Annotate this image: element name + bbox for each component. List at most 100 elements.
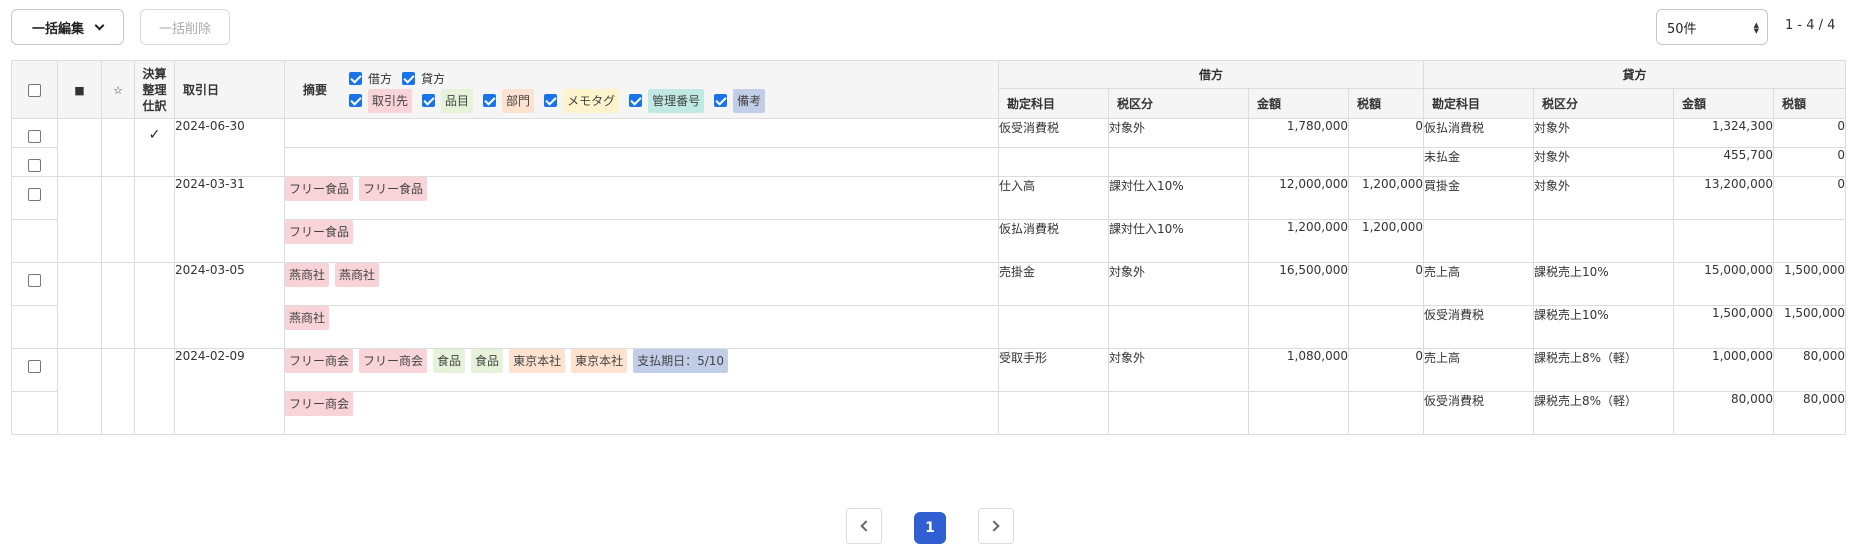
page-1-button[interactable]: 1 — [914, 512, 946, 544]
credit-tax-header: 税額 — [1773, 88, 1847, 119]
debit-amount-cell: 1,200,000 — [1248, 219, 1349, 263]
row-select-checkbox[interactable] — [28, 274, 41, 287]
filter-remark[interactable]: 備考 — [714, 88, 766, 113]
star-icon[interactable]: ☆ — [113, 84, 123, 97]
summary-tag: 東京本社 — [571, 349, 628, 373]
debit-amount-header: 金額 — [1248, 88, 1349, 119]
filter-debit-checkbox[interactable] — [349, 72, 363, 85]
credit-tax-cell: 0 — [1773, 176, 1847, 220]
closing-adjustment-header: 決算 整理 仕訳 — [134, 60, 175, 119]
star-cell[interactable] — [101, 262, 135, 349]
bulk-delete-button[interactable]: 一括削除 — [140, 9, 230, 45]
select-all-checkbox[interactable] — [28, 83, 41, 97]
debit-tax-class-cell: 課対仕入10% — [1108, 176, 1249, 220]
date-header[interactable]: 取引日 — [174, 60, 285, 119]
chevron-right-icon — [988, 520, 1000, 532]
date-cell: 2024-06-30 — [174, 118, 285, 177]
summary-tag: フリー商会 — [285, 392, 354, 416]
row-select-checkbox[interactable] — [28, 159, 41, 172]
star-cell[interactable] — [101, 176, 135, 263]
date-cell: 2024-03-31 — [174, 176, 285, 263]
table-row: 燕商社 仮受消費税 課税売上10% 1,500,000 1,500,000 — [11, 305, 1847, 349]
credit-tax-class-cell: 課税売上8%（軽） — [1533, 391, 1675, 435]
summary-tag: 燕商社 — [335, 263, 380, 287]
debit-group-header: 借方 — [997, 60, 1425, 89]
summary-tag: 食品 — [433, 349, 466, 373]
credit-account-cell: 売上高 — [1423, 262, 1535, 306]
filter-memo[interactable]: メモタグ — [544, 88, 620, 113]
filter-partner-checkbox[interactable] — [349, 94, 363, 107]
debit-tax-class-cell — [1108, 391, 1249, 435]
filter-credit[interactable]: 貸方 — [402, 70, 445, 87]
journal-body: ✓ 2024-06-30 仮受消費税 対象外 1,780,000 0 仮払消費税 対象外 1,3… — [11, 118, 1847, 435]
row-select-cell — [11, 305, 58, 349]
debit-tax-cell: 1,200,000 — [1347, 219, 1425, 263]
closing-cell — [134, 262, 175, 349]
filter-mgmt-number[interactable]: 管理番号 — [629, 88, 705, 113]
filter-debit[interactable]: 借方 — [349, 70, 392, 87]
comment-icon[interactable]: ■ — [74, 84, 84, 97]
per-page-value: 50件 — [1667, 21, 1697, 37]
credit-account-header: 勘定科目 — [1423, 88, 1535, 119]
credit-tax-class-cell: 対象外 — [1533, 118, 1675, 148]
credit-tax-cell: 80,000 — [1773, 391, 1847, 435]
debit-tax-class-cell: 対象外 — [1108, 348, 1249, 392]
filter-remark-checkbox[interactable] — [714, 94, 728, 107]
credit-account-cell: 買掛金 — [1423, 176, 1535, 220]
credit-amount-cell: 1,000,000 — [1673, 348, 1775, 392]
row-select-cell — [11, 262, 58, 306]
summary-tag: 東京本社 — [509, 349, 566, 373]
debit-amount-cell: 1,780,000 — [1248, 118, 1349, 148]
filter-credit-checkbox[interactable] — [402, 72, 416, 85]
filter-dept-checkbox[interactable] — [483, 94, 497, 107]
table-row: 2024-02-09 フリー商会 フリー商会 食品 食品 東京本社 東京本社 支払期日：5/1… — [11, 348, 1847, 435]
prev-page-button[interactable] — [846, 508, 882, 544]
closing-cell — [134, 348, 175, 435]
result-range: 1 - 4 / 4 — [1785, 18, 1836, 33]
comment-cell[interactable] — [57, 262, 102, 349]
filter-item[interactable]: 品目 — [422, 88, 474, 113]
comment-cell[interactable] — [57, 348, 102, 435]
credit-amount-cell: 455,700 — [1673, 147, 1775, 177]
summary-cell: フリー食品 — [284, 219, 999, 263]
filter-row-tags: 取引先 品目 部門 メモタグ 管理番号 備考 — [349, 88, 775, 113]
debit-account-cell — [998, 391, 1109, 435]
row-select-checkbox[interactable] — [28, 188, 41, 201]
credit-tax-class-cell: 課税売上10% — [1533, 305, 1675, 349]
journal-table: ■ ☆ 決算 整理 仕訳 取引日 摘要 借方 貸方 取引先 品目 部門 メモタグ… — [11, 60, 1847, 435]
credit-amount-cell: 1,324,300 — [1673, 118, 1775, 148]
select-all-cell — [11, 60, 58, 119]
summary-tag: フリー商会 — [359, 349, 428, 373]
credit-account-cell: 仮受消費税 — [1423, 305, 1535, 349]
debit-tax-header: 税額 — [1347, 88, 1425, 119]
filter-memo-checkbox[interactable] — [544, 94, 558, 107]
comment-cell[interactable] — [57, 118, 102, 177]
filter-partner[interactable]: 取引先 — [349, 88, 413, 113]
per-page-select[interactable]: 50件 ▲ ▼ — [1656, 9, 1768, 45]
date-cell: 2024-02-09 — [174, 348, 285, 435]
summary-tag: フリー食品 — [359, 177, 428, 201]
filter-mgmt-checkbox[interactable] — [629, 94, 643, 107]
summary-tag: 燕商社 — [285, 263, 330, 287]
row-select-checkbox[interactable] — [28, 130, 41, 143]
row-select-checkbox[interactable] — [28, 360, 41, 373]
summary-cell: フリー商会 フリー商会 食品 食品 東京本社 東京本社 支払期日：5/10 — [284, 348, 999, 392]
date-cell: 2024-03-05 — [174, 262, 285, 349]
debit-amount-cell — [1248, 391, 1349, 435]
filter-item-checkbox[interactable] — [422, 94, 436, 107]
debit-account-cell: 受取手形 — [998, 348, 1109, 392]
next-page-button[interactable] — [978, 508, 1014, 544]
debit-account-cell: 仮受消費税 — [998, 118, 1109, 148]
debit-account-cell — [998, 147, 1109, 177]
row-select-cell — [11, 118, 58, 148]
summary-tag: フリー食品 — [285, 220, 354, 244]
table-row: 2024-03-05 燕商社 燕商社 売掛金 対象外 16,500,000 0 売上高 課税売上… — [11, 262, 1847, 349]
star-cell[interactable] — [101, 118, 135, 177]
debit-account-cell: 仮払消費税 — [998, 219, 1109, 263]
bulk-edit-button[interactable]: 一括編集 — [11, 9, 124, 45]
comment-cell[interactable] — [57, 176, 102, 263]
row-select-cell — [11, 147, 58, 177]
star-cell[interactable] — [101, 348, 135, 435]
filter-dept[interactable]: 部門 — [483, 88, 535, 113]
row-select-cell — [11, 219, 58, 263]
